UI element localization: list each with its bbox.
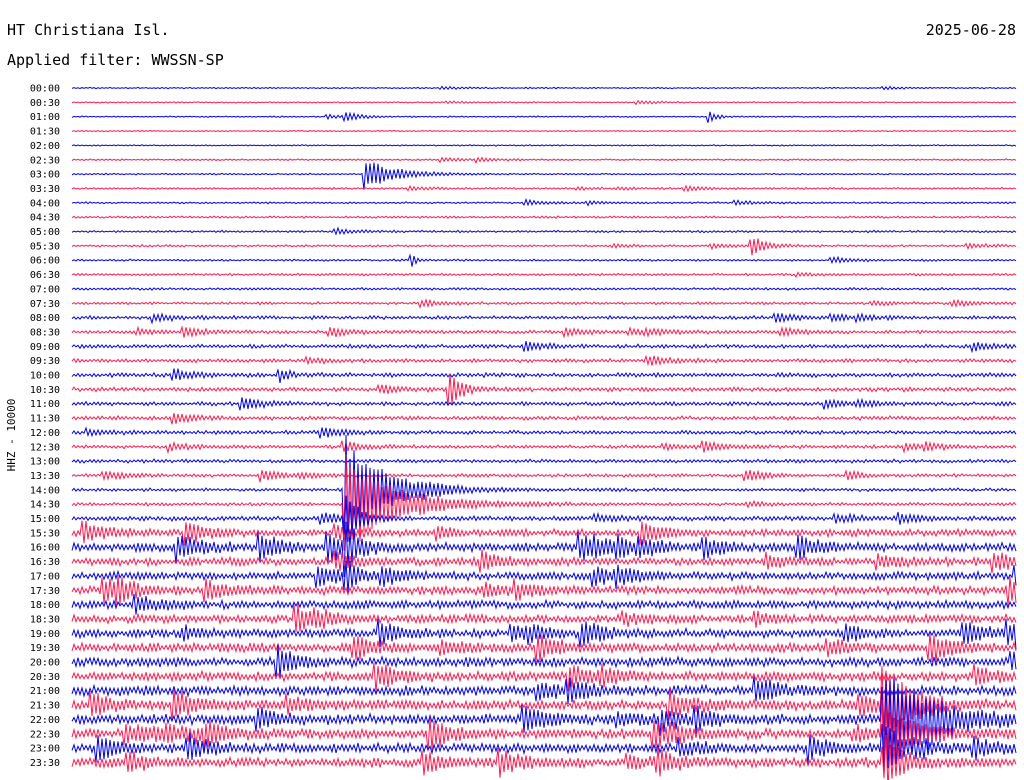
time-label-0130: 01:30 [30,127,60,138]
trace-row-1100 [71,397,1017,411]
time-label-0630: 06:30 [30,270,60,281]
trace-row-0430 [71,215,1017,220]
trace-row-0900 [71,341,1017,354]
trace-row-0630 [71,271,1017,278]
time-label-1330: 13:30 [30,471,60,482]
time-label-0000: 00:00 [30,84,60,95]
trace-row-1830 [71,604,1017,632]
time-label-1530: 15:30 [30,528,60,539]
time-label-0830: 08:30 [30,327,60,338]
time-label-0100: 01:00 [30,112,60,123]
trace-row-1230 [71,440,1017,455]
trace-row-0930 [71,354,1017,367]
seismic-traces [71,85,1017,780]
trace-row-1330 [71,469,1017,483]
time-label-0500: 05:00 [30,227,60,238]
time-label-1230: 12:30 [30,442,60,453]
time-label-0230: 02:30 [30,155,60,166]
trace-row-0030 [71,99,1017,106]
trace-row-1300 [71,458,1017,464]
time-label-0700: 07:00 [30,284,60,295]
time-label-0530: 05:30 [30,241,60,252]
trace-row-1400 [71,434,1017,539]
time-label-0900: 09:00 [30,342,60,353]
trace-row-1000 [71,368,1017,383]
time-label-0430: 04:30 [30,213,60,224]
trace-row-1200 [71,426,1017,439]
time-label-2230: 22:30 [30,729,60,740]
time-label-1900: 19:00 [30,629,60,640]
time-labels: 00:00 00:30 01:00 01:30 02:00 02:30 03:00 03:30… [30,84,60,769]
trace-row-1630 [71,549,1017,574]
trace-row-1730 [71,575,1017,606]
time-label-1000: 10:00 [30,371,60,382]
trace-row-2330 [71,735,1017,780]
time-label-2030: 20:30 [30,672,60,683]
trace-row-0600 [71,253,1017,267]
trace-row-0800 [71,312,1017,325]
trace-row-0130 [71,129,1017,133]
time-label-1100: 11:00 [30,399,60,410]
time-label-2000: 20:00 [30,658,60,669]
time-label-1200: 12:00 [30,428,60,439]
time-label-2330: 23:30 [30,758,60,769]
trace-row-0400 [71,198,1017,207]
time-label-2200: 22:00 [30,715,60,726]
time-label-1930: 19:30 [30,643,60,654]
time-label-0300: 03:00 [30,170,60,181]
trace-row-0230 [71,156,1017,165]
time-label-0400: 04:00 [30,198,60,209]
time-label-1700: 17:00 [30,571,60,582]
trace-row-1800 [71,593,1017,615]
time-label-0330: 03:30 [30,184,60,195]
time-label-1430: 14:30 [30,500,60,511]
trace-row-0330 [71,184,1017,193]
time-label-1830: 18:30 [30,614,60,625]
time-label-1030: 10:30 [30,385,60,396]
time-label-1730: 17:30 [30,586,60,597]
trace-row-0500 [71,226,1017,236]
helicorder-plot: 00:00 00:30 01:00 01:30 02:00 02:30 03:00 03:30… [30,84,1017,780]
trace-row-0530 [71,238,1017,256]
time-label-0200: 02:00 [30,141,60,152]
time-label-1500: 15:00 [30,514,60,525]
trace-row-0000 [71,85,1017,91]
trace-row-1130 [71,413,1017,425]
time-label-0030: 00:30 [30,98,60,109]
trace-row-0730 [71,298,1017,309]
time-label-1300: 13:00 [30,457,60,468]
time-label-2130: 21:30 [30,701,60,712]
time-label-1130: 11:30 [30,414,60,425]
time-label-1400: 14:00 [30,485,60,496]
trace-row-0200 [71,144,1017,147]
trace-row-0100 [71,111,1017,123]
trace-row-0300 [71,162,1017,190]
time-label-0600: 06:00 [30,256,60,267]
time-label-1800: 18:00 [30,600,60,611]
time-label-0930: 09:30 [30,356,60,367]
time-label-1600: 16:00 [30,543,60,554]
time-label-2300: 23:00 [30,744,60,755]
time-label-2100: 21:00 [30,686,60,697]
time-label-0800: 08:00 [30,313,60,324]
time-label-0730: 07:30 [30,299,60,310]
time-label-1630: 16:30 [30,557,60,568]
trace-row-0700 [71,286,1017,291]
trace-row-0830 [71,325,1017,339]
